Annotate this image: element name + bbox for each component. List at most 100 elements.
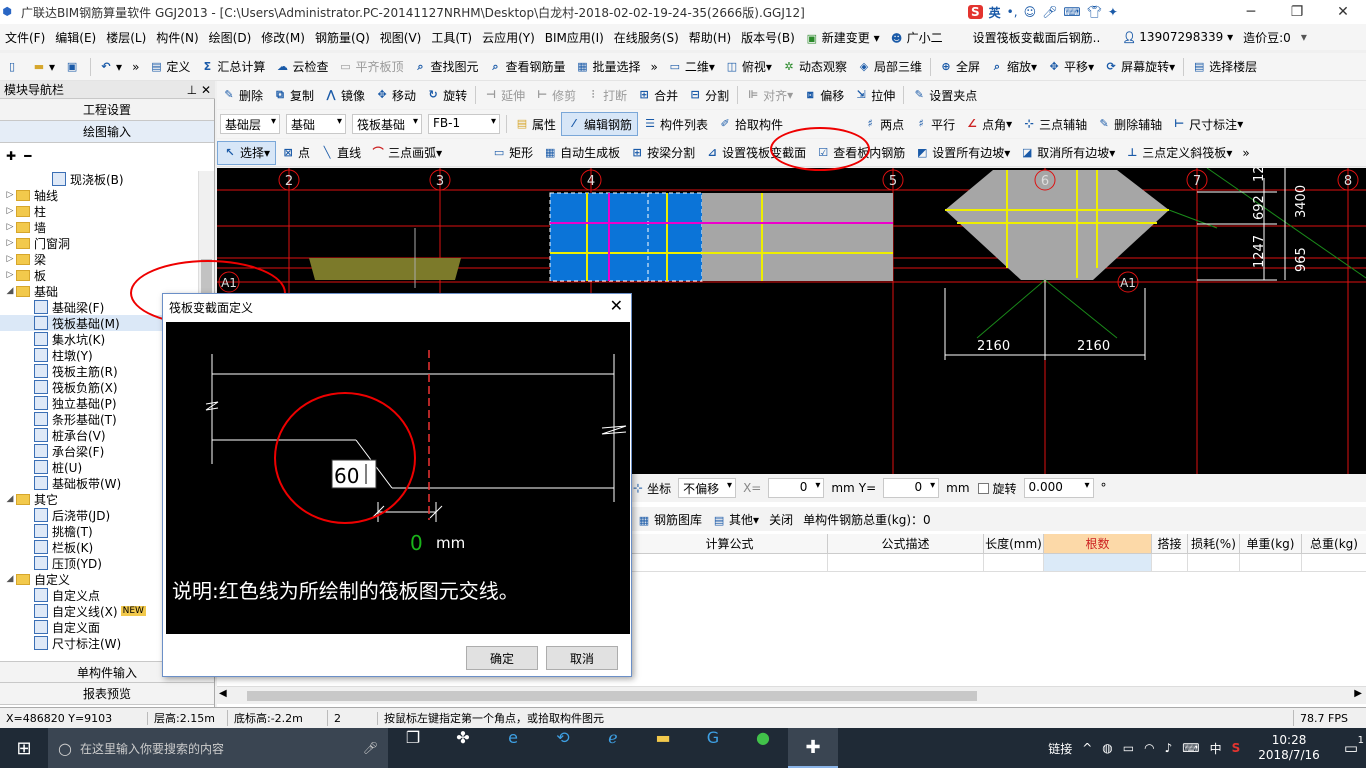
browser-icon[interactable]: ⟲ <box>538 728 588 768</box>
mic-icon[interactable]: 🎤︎ <box>1042 5 1057 19</box>
menu-edit[interactable]: 编辑(E) <box>50 29 101 46</box>
menu-modify[interactable]: 修改(M) <box>256 29 310 46</box>
mirror-button[interactable]: ⋀ 镜像 <box>319 83 370 107</box>
menu-account[interactable]: 👤︎ 13907298339 ▾ <box>1117 30 1238 45</box>
tree-toggle-icon[interactable]: ▷ <box>4 254 16 264</box>
sogou-tray-icon[interactable]: S <box>1232 741 1241 755</box>
properties-button[interactable]: ▤ 属性 <box>510 112 561 136</box>
line-button[interactable]: ╲ 直线 <box>315 141 366 165</box>
clock[interactable]: 10:28 2018/7/16 <box>1258 733 1320 763</box>
collapse-all-icon[interactable]: ━ <box>24 149 31 163</box>
col-loss[interactable]: 损耗(%) <box>1188 534 1240 553</box>
rotate-input[interactable]: 0.000 <box>1023 478 1094 498</box>
select-button[interactable]: ↖ 选择 ▾ <box>217 140 277 165</box>
microphone-icon[interactable]: 🎤︎ <box>363 741 378 755</box>
rectangle-button[interactable]: ▭ 矩形 <box>487 141 538 165</box>
scroll-thumb[interactable] <box>247 691 977 701</box>
overflow-chevron-2[interactable]: » <box>646 55 663 79</box>
report-preview-tab[interactable]: 报表预览 <box>0 683 214 705</box>
component-list-button[interactable]: ☰ 构件列表 <box>638 112 713 136</box>
save-button[interactable]: ▣ <box>60 55 87 79</box>
pinwheel-app-icon[interactable]: ✤ <box>438 728 488 768</box>
undo-button[interactable]: ↶ ▾ <box>94 55 127 79</box>
menu-bim[interactable]: BIM应用(I) <box>540 29 609 46</box>
tree-toggle-icon[interactable]: ▷ <box>4 270 16 280</box>
extend-button[interactable]: ⊣ 延伸 <box>479 83 530 107</box>
menu-tools[interactable]: 工具(T) <box>426 29 477 46</box>
coordinate-label[interactable]: 坐标 <box>647 480 671 497</box>
pin-icon[interactable]: ⊥ <box>187 83 197 97</box>
ggj-app-icon[interactable]: ✚ <box>788 728 838 768</box>
menu-view[interactable]: 视图(V) <box>375 29 427 46</box>
file-explorer-icon[interactable]: ▬ <box>638 728 688 768</box>
x-input[interactable]: 0 <box>768 478 825 498</box>
y-input[interactable]: 0 <box>883 478 940 498</box>
point-angle-button[interactable]: ∠ 点角 ▾ <box>960 112 1017 136</box>
tray-chevron-icon[interactable]: ^ <box>1082 741 1092 755</box>
summary-calc-button[interactable]: Σ 汇总计算 <box>195 55 270 79</box>
tree-folder[interactable]: ▷ 柱 <box>0 203 197 219</box>
menu-online[interactable]: 在线服务(S) <box>609 29 684 46</box>
dimension-button[interactable]: ⊢ 尺寸标注 ▾ <box>1167 112 1248 136</box>
menu-hint[interactable]: 设置筏板变截面后钢筋.. <box>968 29 1106 46</box>
menu-rebar[interactable]: 钢筋量(Q) <box>310 29 375 46</box>
category-select[interactable]: 基础 <box>286 114 346 134</box>
sogou-icon[interactable]: S <box>968 5 983 19</box>
punct-icon[interactable]: •, <box>1007 5 1018 19</box>
menu-beans[interactable]: 造价豆:0 <box>1238 29 1296 46</box>
rebar-library-button[interactable]: ▦ 钢筋图库 <box>637 511 702 528</box>
windows-start-icon[interactable]: ⊞ <box>0 728 48 768</box>
align-button[interactable]: ⊫ 对齐 ▾ <box>741 83 798 107</box>
volume-icon[interactable]: ♪ <box>1165 741 1173 755</box>
tree-toggle-icon[interactable]: ◢ <box>4 574 16 584</box>
tray-ime[interactable]: 中 <box>1210 740 1222 757</box>
fullscreen-button[interactable]: ⊕ 全屏 <box>934 55 985 79</box>
emoji-icon[interactable]: ☺ <box>1024 5 1037 19</box>
local-3d-button[interactable]: ◈ 局部三维 <box>852 55 927 79</box>
menu-help[interactable]: 帮助(H) <box>684 29 736 46</box>
menu-new-change[interactable]: ▣ 新建变更 ▾ <box>800 29 885 46</box>
tree-folder[interactable]: ▷ 墙 <box>0 219 197 235</box>
table-cell[interactable] <box>1302 554 1366 571</box>
project-settings-tab[interactable]: 工程设置 <box>0 99 214 121</box>
tree-toggle-icon[interactable]: ◢ <box>4 494 16 504</box>
copy-button[interactable]: ⧉ 复制 <box>268 83 319 107</box>
pan-button[interactable]: ✥ 平移 ▾ <box>1042 55 1099 79</box>
offset-value[interactable]: 0 <box>410 531 423 555</box>
skin-icon[interactable]: 👕︎ <box>1087 5 1102 19</box>
hexagon-slab[interactable] <box>945 170 1169 280</box>
rebar-table-row[interactable] <box>632 554 1366 572</box>
auto-gen-slab-button[interactable]: ▦ 自动生成板 <box>538 141 625 165</box>
tree-toggle-icon[interactable]: ▷ <box>4 222 16 232</box>
close-rebar-button[interactable]: 关闭 <box>769 511 793 528</box>
trim-button[interactable]: ⊢ 修剪 <box>530 83 581 107</box>
break-button[interactable]: ⫶ 打断 <box>581 83 632 107</box>
tray-link[interactable]: 链接 <box>1048 740 1072 757</box>
tree-toggle-icon[interactable]: ▷ <box>4 206 16 216</box>
arc-button[interactable]: ⌒ 三点画弧 ▾ <box>366 141 447 165</box>
col-total-weight[interactable]: 总重(kg) <box>1302 534 1366 553</box>
view-2d-button[interactable]: ▭ 二维 ▾ <box>663 55 720 79</box>
table-cell[interactable] <box>1240 554 1302 571</box>
menu-file[interactable]: 文件(F) <box>0 29 50 46</box>
col-description[interactable]: 公式描述 <box>828 534 984 553</box>
cancel-all-slopes-button[interactable]: ◪ 取消所有边坡 ▾ <box>1015 141 1120 165</box>
other-button[interactable]: ▤ 其他▾ <box>712 511 759 528</box>
cloud-check-button[interactable]: ☁ 云检查 <box>270 55 333 79</box>
pick-component-button[interactable]: ✐ 拾取构件 <box>713 112 788 136</box>
rotate-checkbox[interactable] <box>977 482 989 494</box>
overflow-chevron[interactable]: » <box>127 55 144 79</box>
scroll-left-icon[interactable]: ◀ <box>219 688 227 699</box>
screen-rotate-button[interactable]: ⟳ 屏幕旋转 ▾ <box>1099 55 1180 79</box>
merge-button[interactable]: ⊞ 合并 <box>632 83 683 107</box>
drawing-input-tab[interactable]: 绘图输入 <box>0 121 214 143</box>
olive-slab[interactable] <box>309 258 461 280</box>
tree-folder[interactable]: ▷ 轴线 <box>0 187 197 203</box>
zoom-button[interactable]: ⌕ 缩放 ▾ <box>985 55 1042 79</box>
component-select[interactable]: FB-1 <box>428 114 500 134</box>
view-rebar-button[interactable]: ⌕ 查看钢筋量 <box>483 55 570 79</box>
rotate-button[interactable]: ↻ 旋转 <box>421 83 472 107</box>
align-top-button[interactable]: ▭ 平齐板顶 <box>333 55 408 79</box>
menu-cloud[interactable]: 云应用(Y) <box>477 29 540 46</box>
new-file-button[interactable]: ▯ <box>0 55 27 79</box>
